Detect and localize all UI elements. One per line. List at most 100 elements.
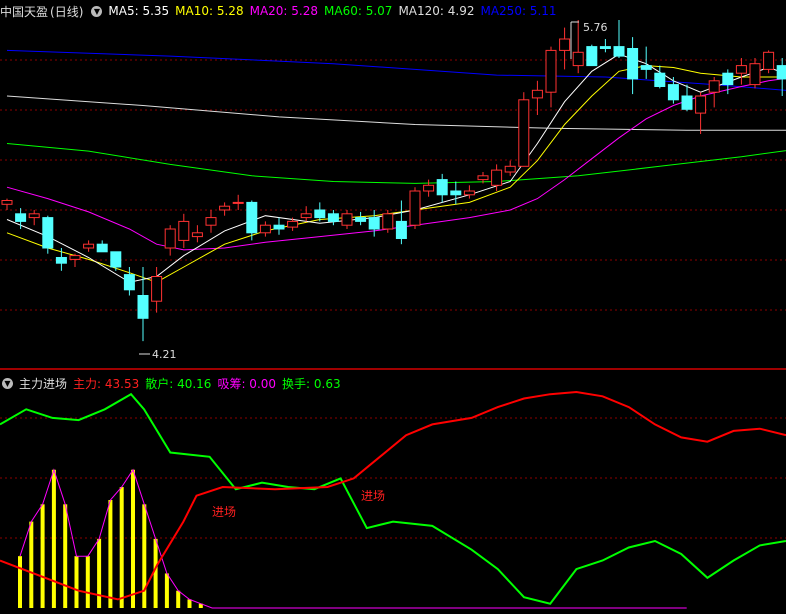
candle-up: [205, 217, 217, 226]
absorb-bar: [187, 599, 192, 608]
indicator-header: ▼ 主力进场 主力: 43.53 散户: 40.16 吸筹: 0.00 换手: …: [0, 373, 347, 393]
entry-signal-label: 进场: [361, 489, 385, 503]
candle-up: [178, 220, 190, 241]
indicator-title: 主力进场: [19, 376, 68, 391]
candle-up: [151, 276, 163, 302]
candle-down: [368, 217, 380, 230]
candle-down: [327, 213, 339, 222]
candle-down: [123, 274, 135, 291]
ma120-value: MA120: 4.92: [398, 4, 475, 18]
candle-down: [681, 95, 693, 110]
candle-down: [627, 48, 639, 80]
high-price-label: 5.76: [583, 21, 608, 34]
absorb-bar: [131, 469, 135, 608]
ma250-value: MA250: 5.11: [480, 4, 557, 18]
ma60-value: MA60: 5.07: [324, 4, 393, 18]
absorb-bar: [176, 590, 181, 608]
candle-up: [219, 205, 231, 211]
turnover-value: 换手: 0.63: [282, 376, 341, 391]
chevron-down-icon[interactable]: ▼: [91, 5, 103, 17]
candle-up: [491, 169, 503, 186]
candle-up: [463, 190, 475, 196]
candle-down: [436, 179, 448, 196]
absorb-bar: [40, 504, 45, 608]
candle-up: [69, 255, 81, 260]
absorb-bar: [164, 573, 169, 608]
candle-up: [83, 243, 95, 249]
candle-down: [667, 84, 679, 101]
low-price-label: 4.21: [152, 348, 177, 361]
candle-down: [96, 243, 108, 253]
candle-down: [722, 72, 734, 86]
candle-down: [246, 201, 258, 234]
ma120-line: [6, 95, 786, 131]
main-force-value: 主力: 43.53: [73, 376, 140, 391]
ma60-line: [6, 143, 786, 184]
candle-up: [531, 89, 543, 99]
retail-line: [0, 392, 786, 605]
candle-up: [259, 224, 271, 234]
candle-down: [450, 190, 462, 196]
candle-down: [137, 295, 149, 319]
absorb-bar: [74, 556, 79, 608]
candle-up: [749, 63, 761, 86]
chevron-down-icon[interactable]: ▼: [2, 377, 13, 389]
candle-up: [518, 99, 530, 167]
stock-chart-window: 5.76 4.21 中国天盈 (日线) ▼ MA5: 5.35 MA10: 5.…: [0, 0, 786, 614]
candle-up: [1, 200, 13, 205]
candle-up: [164, 228, 176, 249]
candle-up: [572, 51, 584, 67]
candle-down: [654, 72, 666, 87]
candle-up: [423, 184, 435, 192]
candle-down: [395, 220, 407, 239]
absorb-bar: [63, 504, 68, 608]
candle-down: [314, 209, 326, 219]
candle-down: [613, 46, 625, 57]
absorb-bar: [51, 469, 56, 608]
candle-up: [287, 220, 299, 228]
absorb-bar: [153, 538, 158, 608]
absorb-bar: [97, 538, 102, 608]
absorb-bar: [18, 556, 22, 608]
candle-up: [382, 213, 394, 230]
entry-signal-label: 进场: [212, 505, 236, 519]
candle-down: [42, 217, 54, 249]
candle-up: [341, 213, 353, 226]
candle-up: [477, 175, 489, 181]
retail-value: 散户: 40.16: [145, 376, 212, 391]
candle-up: [232, 201, 244, 204]
candle-up: [695, 95, 707, 114]
indicator-chart[interactable]: 进场 进场: [0, 370, 786, 614]
candle-up: [409, 190, 421, 226]
candle-down: [599, 46, 611, 49]
price-chart[interactable]: 5.76 4.21: [0, 0, 786, 368]
candle-up: [735, 65, 747, 74]
candle-down: [273, 224, 285, 230]
ma5-value: MA5: 5.35: [108, 4, 170, 18]
absorb-bar: [85, 556, 90, 608]
candle-up: [300, 213, 312, 219]
candle-up: [28, 213, 40, 219]
candle-down: [15, 213, 27, 222]
absorb-bar: [108, 500, 113, 608]
absorb-bar: [29, 521, 34, 608]
candle-down: [355, 217, 367, 222]
candle-up: [504, 165, 516, 173]
price-chart-header: 中国天盈 (日线) ▼ MA5: 5.35 MA10: 5.28 MA20: 5…: [0, 1, 563, 21]
candle-down: [640, 65, 652, 70]
main-force-line: [0, 390, 786, 601]
candle-up: [708, 80, 720, 93]
absorb-bar: [142, 504, 147, 608]
ma10-value: MA10: 5.28: [175, 4, 244, 18]
absorb-bar: [119, 487, 124, 608]
ma20-value: MA20: 5.28: [249, 4, 319, 18]
candle-up: [191, 232, 203, 238]
candle-down: [776, 65, 786, 80]
candle-up: [545, 49, 557, 93]
candle-up: [559, 38, 571, 51]
stock-name: 中国天盈: [0, 4, 49, 19]
candle-down: [55, 257, 67, 264]
candle-down: [110, 251, 122, 268]
absorb-value: 吸筹: 0.00: [217, 376, 277, 391]
candle-down: [586, 46, 598, 67]
